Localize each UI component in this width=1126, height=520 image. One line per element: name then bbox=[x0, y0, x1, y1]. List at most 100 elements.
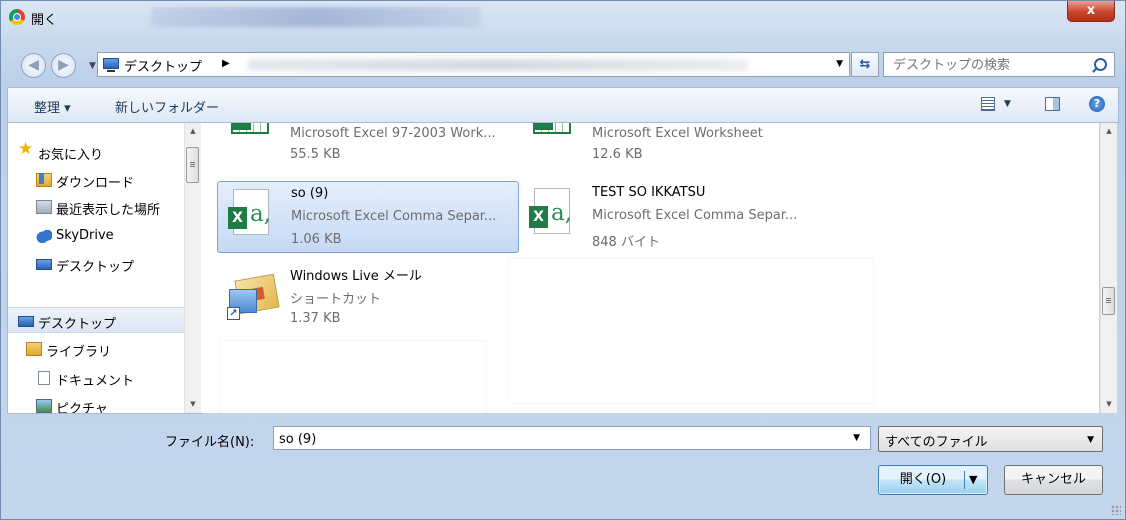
window-title: 開く bbox=[31, 13, 58, 28]
nav-item-pictures[interactable]: ピクチャ bbox=[8, 393, 185, 414]
file-size: 55.5 KB bbox=[290, 147, 341, 162]
search-icon[interactable] bbox=[1094, 58, 1107, 71]
file-type: Microsoft Excel Comma Separ... bbox=[592, 208, 798, 223]
file-item[interactable]: ↗ Windows Live メール ショートカット 1.37 KB bbox=[217, 261, 519, 333]
cancel-button[interactable]: キャンセル bbox=[1004, 465, 1103, 495]
file-size: 1.37 KB bbox=[290, 311, 341, 326]
scroll-up-icon[interactable]: ▲ bbox=[185, 123, 201, 140]
file-item[interactable]: X TEST SO IKKATSU Microsoft Excel Comma … bbox=[519, 181, 821, 253]
refresh-button[interactable]: ⇆ bbox=[851, 52, 879, 77]
command-toolbar: 整理 ▾ 新しいフォルダー ▼ ? bbox=[7, 87, 1119, 123]
nav-item-favorites[interactable]: ★ お気に入り bbox=[8, 139, 185, 165]
resize-grip-icon[interactable] bbox=[1111, 505, 1121, 515]
recent-locations-dropdown[interactable]: ▼ bbox=[89, 61, 96, 71]
desktop-icon bbox=[18, 316, 34, 327]
skydrive-cloud-icon bbox=[36, 229, 52, 243]
arrow-right-icon: ▶ bbox=[58, 57, 69, 73]
desktop-icon bbox=[103, 58, 119, 72]
nav-item-label: デスクトップ bbox=[38, 317, 117, 332]
file-list: X Microsoft Excel 97-2003 Work... 55.5 K… bbox=[202, 123, 1099, 413]
arrow-left-icon: ◀ bbox=[28, 57, 39, 73]
file-type-filter-value: すべてのファイル bbox=[885, 435, 988, 450]
open-options-dropdown-icon[interactable]: ▼ bbox=[969, 466, 977, 494]
open-file-dialog: 開く x ◀ ▶ ▼ デスクトップ ▶ ▼ ⇆ 整理 ▾ 新しいフォルダー ▼ … bbox=[0, 0, 1126, 520]
view-dropdown-icon[interactable]: ▼ bbox=[1004, 99, 1011, 109]
file-size: 1.06 KB bbox=[291, 232, 342, 247]
desktop-icon bbox=[36, 259, 52, 270]
blurred-background-tabs bbox=[151, 7, 481, 27]
nav-item-label: ピクチャ bbox=[56, 402, 108, 414]
nav-item-label: デスクトップ bbox=[56, 260, 135, 275]
document-icon bbox=[38, 371, 50, 385]
navigation-scrollbar[interactable]: ▲ ▼ bbox=[184, 123, 201, 413]
nav-item-label: SkyDrive bbox=[56, 228, 114, 243]
pictures-icon bbox=[36, 399, 52, 413]
nav-item-label: 最近表示した場所 bbox=[56, 203, 161, 218]
file-type: ショートカット bbox=[290, 292, 382, 307]
forward-button[interactable]: ▶ bbox=[51, 53, 76, 78]
chevron-down-icon: ▼ bbox=[1087, 435, 1094, 445]
libraries-folder-icon bbox=[26, 342, 42, 356]
file-list-scrollbar[interactable]: ▲ ▼ bbox=[1100, 123, 1117, 413]
filename-dropdown-icon[interactable]: ▼ bbox=[853, 433, 860, 443]
view-options-icon[interactable] bbox=[981, 97, 995, 111]
help-icon[interactable]: ? bbox=[1089, 96, 1105, 112]
refresh-icon: ⇆ bbox=[859, 57, 871, 72]
file-type-filter-select[interactable]: すべてのファイル ▼ bbox=[878, 426, 1103, 452]
nav-item-documents[interactable]: ドキュメント bbox=[8, 365, 185, 391]
new-folder-button[interactable]: 新しいフォルダー bbox=[115, 97, 219, 116]
scroll-down-icon[interactable]: ▼ bbox=[1101, 396, 1117, 413]
preview-pane-icon[interactable] bbox=[1045, 97, 1060, 111]
address-dropdown-icon[interactable]: ▼ bbox=[836, 59, 843, 69]
navigation-pane: ★ お気に入り ダウンロード 最近表示した場所 SkyDrive デスクトップ … bbox=[7, 123, 203, 414]
file-item-selected[interactable]: X so (9) Microsoft Excel Comma Separ... … bbox=[217, 181, 519, 253]
search-box[interactable] bbox=[883, 52, 1115, 78]
back-button[interactable]: ◀ bbox=[21, 53, 46, 78]
shortcut-arrow-icon: ↗ bbox=[227, 307, 240, 320]
scroll-down-icon[interactable]: ▼ bbox=[185, 396, 201, 413]
downloads-folder-icon bbox=[36, 173, 52, 187]
nav-item-label: ダウンロード bbox=[56, 176, 135, 191]
organize-menu[interactable]: 整理 ▾ bbox=[34, 97, 71, 116]
file-name: so (9) bbox=[291, 186, 329, 201]
faded-background bbox=[220, 341, 486, 413]
excel-x-icon: X bbox=[533, 123, 553, 130]
file-item[interactable]: X Microsoft Excel Worksheet 12.6 KB bbox=[519, 123, 821, 188]
nav-item-label: お気に入り bbox=[38, 148, 104, 163]
filename-combobox[interactable]: ▼ bbox=[273, 426, 871, 451]
nav-item-desktop[interactable]: デスクトップ bbox=[8, 307, 185, 333]
star-icon: ★ bbox=[18, 139, 34, 159]
scroll-up-icon[interactable]: ▲ bbox=[1101, 123, 1117, 140]
file-name: Windows Live メール bbox=[290, 269, 422, 284]
nav-item-libraries[interactable]: ライブラリ bbox=[8, 336, 185, 362]
title-bar: 開く x bbox=[1, 1, 1125, 33]
nav-item-skydrive[interactable]: SkyDrive bbox=[8, 223, 185, 249]
chrome-icon bbox=[9, 9, 25, 25]
filename-input[interactable] bbox=[274, 427, 841, 451]
address-path[interactable]: デスクトップ bbox=[124, 56, 202, 75]
excel-x-icon: X bbox=[228, 207, 247, 229]
open-button[interactable]: 開く(O) ▼ bbox=[878, 465, 988, 495]
nav-item-label: ドキュメント bbox=[56, 374, 135, 389]
file-type: Microsoft Excel Comma Separ... bbox=[291, 209, 497, 224]
file-size: 12.6 KB bbox=[592, 147, 643, 162]
recent-places-icon bbox=[36, 200, 52, 214]
file-size: 848 バイト bbox=[592, 235, 660, 250]
open-button-label: 開く(O) bbox=[899, 472, 947, 487]
nav-item-desktop-favorite[interactable]: デスクトップ bbox=[8, 251, 185, 277]
nav-item-label: ライブラリ bbox=[46, 345, 112, 360]
scrollbar-thumb[interactable] bbox=[1102, 287, 1115, 315]
nav-item-downloads[interactable]: ダウンロード bbox=[8, 167, 185, 193]
filename-label: ファイル名(N): bbox=[165, 435, 255, 450]
file-type: Microsoft Excel Worksheet bbox=[592, 126, 763, 141]
address-bar[interactable]: デスクトップ ▶ ▼ bbox=[97, 52, 850, 77]
split-divider bbox=[964, 471, 965, 489]
breadcrumb-arrow-icon[interactable]: ▶ bbox=[222, 58, 230, 69]
scrollbar-thumb[interactable] bbox=[186, 147, 199, 183]
file-item[interactable]: X Microsoft Excel 97-2003 Work... 55.5 K… bbox=[217, 123, 519, 188]
nav-item-recent-places[interactable]: 最近表示した場所 bbox=[8, 194, 185, 220]
close-button[interactable]: x bbox=[1067, 1, 1115, 22]
blurred-background bbox=[248, 59, 748, 71]
search-input[interactable] bbox=[884, 53, 1095, 78]
file-type: Microsoft Excel 97-2003 Work... bbox=[290, 126, 496, 141]
